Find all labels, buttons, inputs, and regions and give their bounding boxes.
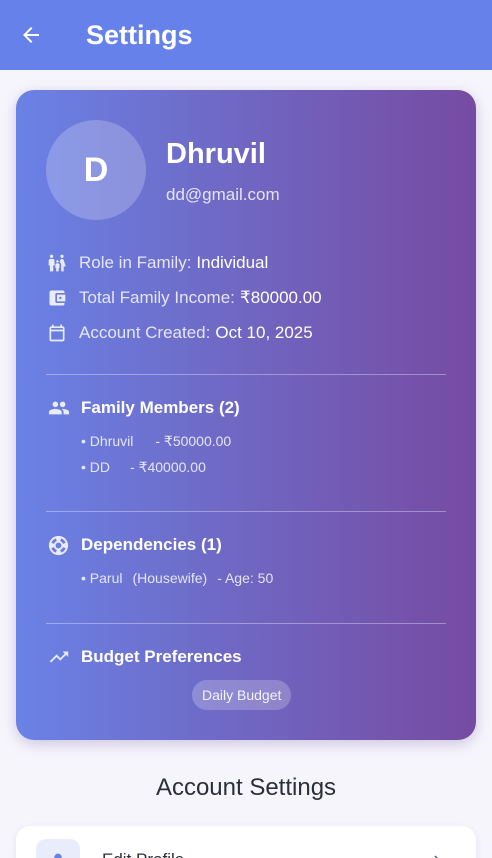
divider bbox=[46, 511, 446, 512]
page-title: Settings bbox=[86, 20, 193, 50]
section-title: Budget Preferences bbox=[81, 647, 242, 666]
list-item: • Dhruvil - ₹50000.00 bbox=[81, 432, 231, 450]
dependency-age: - Age: 50 bbox=[217, 570, 274, 586]
app-bar: Settings bbox=[0, 0, 492, 70]
info-value: Individual bbox=[196, 253, 269, 272]
trending-up-icon bbox=[46, 645, 71, 669]
info-label: Role in Family: bbox=[79, 253, 192, 272]
section-title: Family Members (2) bbox=[81, 398, 240, 417]
user-email: dd@gmail.com bbox=[166, 185, 280, 204]
lifebuoy-icon bbox=[46, 533, 71, 557]
info-value: ₹80000.00 bbox=[239, 288, 322, 307]
list-item: • DD - ₹40000.00 bbox=[81, 458, 206, 476]
calendar-icon bbox=[46, 322, 68, 344]
dependency-relation: (Housewife) bbox=[132, 570, 208, 586]
member-amount: - ₹40000.00 bbox=[130, 459, 206, 475]
people-icon bbox=[46, 396, 71, 420]
divider bbox=[46, 374, 446, 375]
arrow-back-icon bbox=[23, 27, 39, 43]
info-label: Total Family Income: bbox=[79, 288, 235, 307]
section-heading: Account Settings bbox=[155, 774, 337, 801]
divider bbox=[46, 623, 446, 624]
budget-header: Budget Preferences bbox=[46, 644, 242, 670]
family-members-header: Family Members (2) bbox=[46, 395, 240, 421]
member-name: • Dhruvil bbox=[81, 433, 134, 449]
info-label: Account Created: bbox=[79, 323, 211, 342]
family-icon bbox=[46, 252, 68, 274]
profile-card: D Dhruvil dd@gmail.com Role in Family: I… bbox=[16, 90, 476, 740]
info-row-income: Total Family Income: ₹80000.00 bbox=[46, 286, 322, 310]
info-row-created: Account Created: Oct 10, 2025 bbox=[46, 321, 313, 345]
section-title: Dependencies (1) bbox=[81, 535, 222, 554]
dependencies-header: Dependencies (1) bbox=[46, 532, 222, 558]
back-button[interactable] bbox=[17, 21, 45, 49]
chevron-right-icon bbox=[428, 848, 446, 858]
person-icon bbox=[36, 839, 80, 858]
info-value: Oct 10, 2025 bbox=[215, 323, 313, 342]
dependency-name: • Parul bbox=[81, 570, 123, 586]
edit-profile-item[interactable]: Edit Profile bbox=[16, 826, 476, 858]
user-name: Dhruvil bbox=[166, 138, 266, 170]
list-item: • Parul (Housewife) - Age: 50 bbox=[81, 569, 273, 587]
wallet-icon bbox=[46, 287, 68, 309]
info-row-role: Role in Family: Individual bbox=[46, 251, 268, 275]
member-name: • DD bbox=[81, 459, 111, 475]
budget-chip[interactable]: Daily Budget bbox=[192, 680, 292, 710]
member-amount: - ₹50000.00 bbox=[155, 433, 232, 449]
edit-profile-label: Edit Profile bbox=[102, 850, 184, 858]
avatar: D bbox=[46, 120, 146, 220]
